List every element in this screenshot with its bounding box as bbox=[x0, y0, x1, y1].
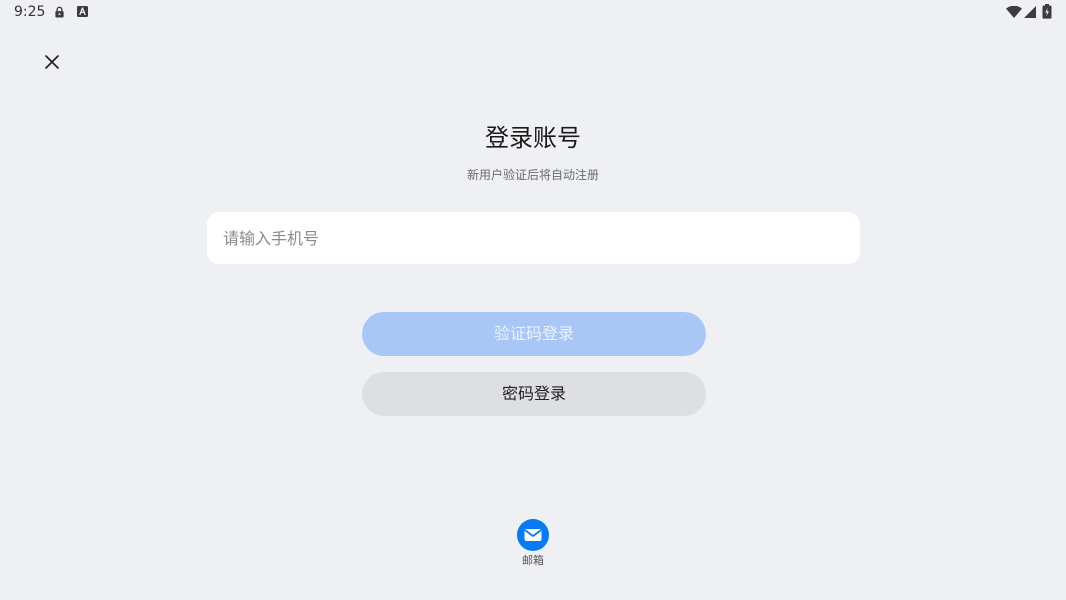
wifi-icon bbox=[1006, 6, 1022, 18]
page-title: 登录账号 bbox=[485, 124, 581, 152]
status-time: 9:25 bbox=[14, 4, 46, 20]
phone-input-container bbox=[207, 212, 860, 264]
login-screen: 9:25 登录账号 新用户验证后将自动注册 请输入手机号 验证码登录 密码登录 … bbox=[0, 0, 1066, 600]
sms-code-login-button[interactable]: 验证码登录 bbox=[362, 312, 706, 356]
phone-input[interactable] bbox=[207, 212, 860, 264]
email-login-option[interactable]: 邮箱 bbox=[503, 518, 563, 570]
font-icon bbox=[77, 6, 88, 17]
battery-icon bbox=[1042, 4, 1052, 19]
email-login-label: 邮箱 bbox=[522, 554, 544, 567]
mail-icon bbox=[517, 519, 549, 551]
close-button[interactable] bbox=[40, 50, 64, 74]
page-subtitle: 新用户验证后将自动注册 bbox=[466, 168, 599, 182]
close-icon bbox=[45, 55, 59, 69]
signal-icon bbox=[1024, 6, 1036, 18]
lock-icon bbox=[55, 6, 64, 18]
password-login-button[interactable]: 密码登录 bbox=[362, 372, 706, 416]
